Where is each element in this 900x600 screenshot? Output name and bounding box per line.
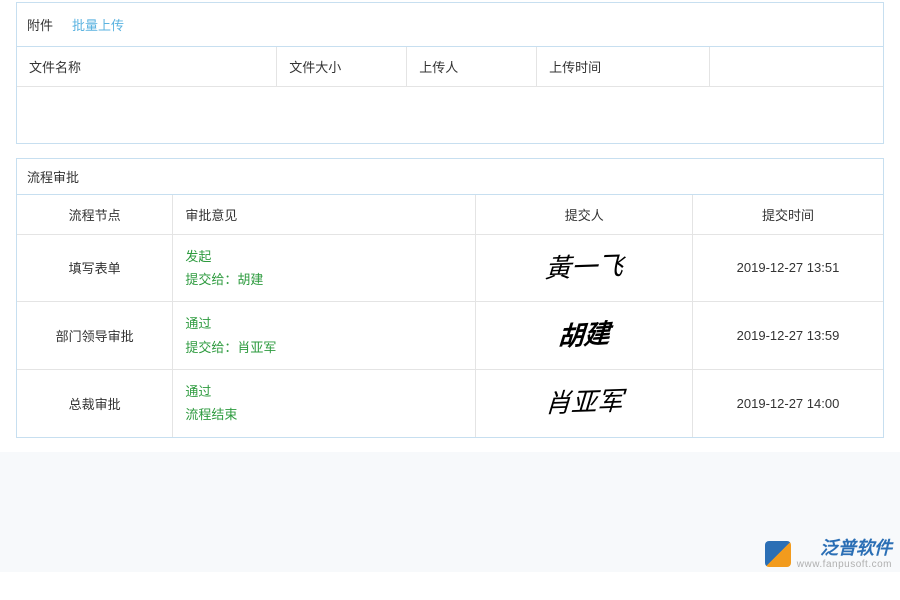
attachments-empty-row — [17, 87, 883, 143]
cell-node: 填写表单 — [17, 234, 173, 302]
signature-image: 胡建 — [557, 321, 611, 351]
opinion-forward: 提交给：肖亚军 — [185, 336, 463, 359]
approval-panel: 流程审批 流程节点 审批意见 提交人 提交时间 填写表单 发起 提交给：胡建 黃… — [16, 158, 884, 438]
col-submitter: 提交人 — [476, 195, 693, 235]
approval-header-row: 流程节点 审批意见 提交人 提交时间 — [17, 195, 883, 235]
cell-time: 2019-12-27 13:51 — [692, 234, 883, 302]
brand-watermark: 泛普软件 www.fanpusoft.com — [765, 539, 892, 570]
approval-header: 流程审批 — [17, 159, 883, 195]
brand-url: www.fanpusoft.com — [797, 559, 892, 570]
cell-submitter: 胡建 — [476, 302, 693, 370]
col-node: 流程节点 — [17, 195, 173, 235]
approval-table: 流程节点 审批意见 提交人 提交时间 填写表单 发起 提交给：胡建 黃一飞 20… — [17, 195, 883, 437]
opinion-action: 发起 — [185, 245, 463, 268]
attachments-empty-cell — [17, 87, 883, 143]
col-actions — [710, 47, 883, 87]
attachments-panel: 附件 批量上传 文件名称 文件大小 上传人 上传时间 — [16, 2, 884, 144]
batch-upload-button[interactable]: 批量上传 — [63, 11, 133, 38]
cell-node: 部门领导审批 — [17, 302, 173, 370]
cell-time: 2019-12-27 14:00 — [692, 370, 883, 437]
signature-image: 肖亚军 — [545, 389, 624, 418]
attachments-table: 文件名称 文件大小 上传人 上传时间 — [17, 47, 883, 143]
table-row: 部门领导审批 通过 提交给：肖亚军 胡建 2019-12-27 13:59 — [17, 302, 883, 370]
opinion-action: 通过 — [185, 312, 463, 335]
col-submit-time: 提交时间 — [692, 195, 883, 235]
table-row: 总裁审批 通过 流程结束 肖亚军 2019-12-27 14:00 — [17, 370, 883, 437]
cell-opinion: 发起 提交给：胡建 — [173, 234, 476, 302]
col-filename: 文件名称 — [17, 47, 277, 87]
cell-time: 2019-12-27 13:59 — [692, 302, 883, 370]
attachments-title: 附件 — [27, 15, 53, 34]
approval-title: 流程审批 — [27, 167, 79, 186]
opinion-forward: 流程结束 — [185, 403, 463, 426]
cell-opinion: 通过 流程结束 — [173, 370, 476, 437]
signature-image: 黃一飞 — [545, 253, 624, 282]
col-upload-time: 上传时间 — [537, 47, 710, 87]
col-filesize: 文件大小 — [277, 47, 407, 87]
col-opinion: 审批意见 — [173, 195, 476, 235]
cell-submitter: 肖亚军 — [476, 370, 693, 437]
cell-node: 总裁审批 — [17, 370, 173, 437]
brand-name: 泛普软件 — [797, 539, 892, 559]
attachments-header-row: 文件名称 文件大小 上传人 上传时间 — [17, 47, 883, 87]
opinion-forward: 提交给：胡建 — [185, 268, 463, 291]
brand-logo-icon — [765, 541, 791, 567]
opinion-action: 通过 — [185, 380, 463, 403]
col-uploader: 上传人 — [407, 47, 537, 87]
attachments-header: 附件 批量上传 — [17, 3, 883, 47]
cell-submitter: 黃一飞 — [476, 234, 693, 302]
cell-opinion: 通过 提交给：肖亚军 — [173, 302, 476, 370]
table-row: 填写表单 发起 提交给：胡建 黃一飞 2019-12-27 13:51 — [17, 234, 883, 302]
